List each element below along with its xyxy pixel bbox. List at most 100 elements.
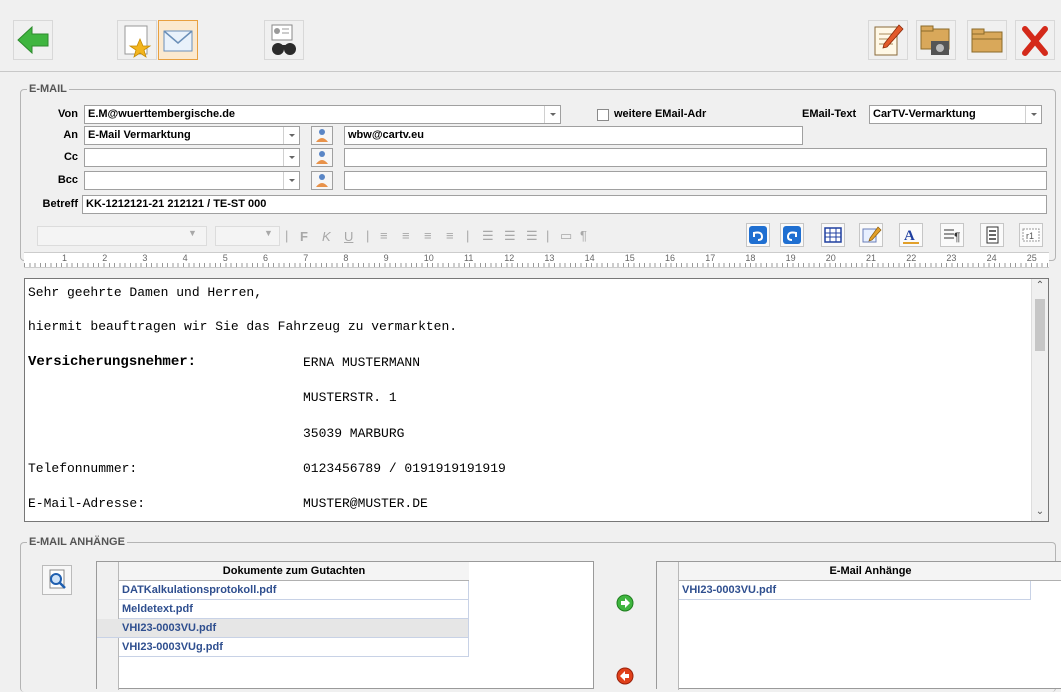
documents-grid[interactable]: Dokumente zum Gutachten DATKalkulationsp…: [96, 561, 594, 690]
font-style-button[interactable]: A: [899, 223, 923, 247]
ruler-number: 7: [303, 253, 309, 263]
field-code-button[interactable]: r1: [1019, 223, 1043, 247]
chevron-down-icon[interactable]: [283, 149, 299, 166]
underline-button[interactable]: U: [344, 229, 353, 244]
von-select[interactable]: E.M@wuerttembergische.de: [84, 105, 561, 124]
chevron-down-icon[interactable]: [1025, 106, 1041, 123]
weitere-checkbox[interactable]: [597, 109, 609, 121]
an-address-input[interactable]: wbw@cartv.eu: [344, 126, 803, 145]
email-button[interactable]: [158, 20, 198, 60]
align-justify-icon[interactable]: ≡: [446, 228, 454, 243]
redo-button[interactable]: [780, 223, 804, 247]
font-size-select[interactable]: ▼: [215, 226, 280, 246]
svg-text:A: A: [904, 228, 915, 244]
document-row[interactable]: VHI23-0003VU.pdf: [97, 619, 469, 638]
pilcrow-button[interactable]: ¶: [580, 228, 587, 243]
table-icon: [824, 227, 842, 243]
preview-button[interactable]: [42, 565, 72, 595]
add-attachment-button[interactable]: [614, 592, 636, 614]
ruler-number: 14: [584, 253, 595, 263]
scroll-down-icon[interactable]: ⌄: [1032, 505, 1048, 521]
an-value: E-Mail Vermarktung: [88, 129, 191, 141]
bcc-address-input[interactable]: [344, 171, 1047, 190]
an-select[interactable]: E-Mail Vermarktung: [84, 126, 300, 145]
redo-icon: [783, 226, 801, 244]
document-row[interactable]: VHI23-0003VUg.pdf: [119, 638, 469, 657]
ruler-number: 9: [383, 253, 389, 263]
separator: |: [366, 228, 370, 243]
envelope-icon: [163, 30, 193, 52]
bcc-contact-button[interactable]: [311, 171, 333, 190]
bcc-select[interactable]: [84, 171, 300, 190]
email-body-editor[interactable]: Sehr geehrte Damen und Herren, hiermit b…: [24, 278, 1049, 522]
undo-icon: [749, 226, 767, 244]
chevron-down-icon[interactable]: [544, 106, 560, 123]
frame-icon[interactable]: ▭: [560, 228, 572, 244]
ruler-number: 21: [866, 253, 877, 263]
documents-header[interactable]: Dokumente zum Gutachten: [119, 562, 469, 581]
chevron-down-icon[interactable]: [283, 172, 299, 189]
body-vn-city: 35039 MARBURG: [303, 426, 405, 441]
document-row[interactable]: DATKalkulationsprotokoll.pdf: [119, 581, 469, 600]
weitere-label: weitere EMail-Adr: [614, 108, 707, 120]
body-greeting: Sehr geehrte Damen und Herren,: [28, 285, 263, 300]
bullet-list-icon[interactable]: ☰: [504, 228, 516, 244]
back-button[interactable]: [13, 20, 53, 60]
email-attachments-grid[interactable]: E-Mail Anhänge VHI23-0003VU.pdf: [656, 561, 1061, 690]
betreff-input[interactable]: KK-1212121-21 212121 / TE-ST 000: [82, 195, 1047, 214]
ruler-number: 23: [946, 253, 957, 263]
edit-button[interactable]: [868, 20, 908, 60]
new-favorite-button[interactable]: [117, 20, 157, 60]
attachment-row[interactable]: VHI23-0003VU.pdf: [679, 581, 1031, 600]
cc-select[interactable]: [84, 148, 300, 167]
ruler-number: 11: [464, 253, 474, 263]
betreff-label: Betreff: [42, 198, 78, 210]
remove-attachment-button[interactable]: [614, 665, 636, 687]
undo-button[interactable]: [746, 223, 770, 247]
close-button[interactable]: [1015, 20, 1055, 60]
body-vn-street: MUSTERSTR. 1: [303, 390, 397, 405]
cc-contact-button[interactable]: [311, 148, 333, 167]
attachments-group-title: E-MAIL ANHÄNGE: [27, 536, 127, 548]
paragraph-format-button[interactable]: ¶: [940, 223, 964, 247]
ruler-number: 19: [785, 253, 796, 263]
ruler-number: 5: [222, 253, 228, 263]
attachments-header[interactable]: E-Mail Anhänge: [679, 562, 1061, 581]
bold-button[interactable]: F: [300, 229, 308, 244]
italic-button[interactable]: K: [322, 229, 331, 244]
ruler-ticks: [24, 263, 1049, 267]
scroll-up-icon[interactable]: ⌃: [1032, 279, 1048, 295]
font-name-select[interactable]: ▼: [37, 226, 207, 246]
paragraph-icon: ¶: [944, 229, 960, 244]
search-contact-button[interactable]: [264, 20, 304, 60]
numbered-list-icon[interactable]: ☰: [482, 228, 494, 244]
document-row[interactable]: Meldetext.pdf: [119, 600, 469, 619]
align-left-icon[interactable]: ≡: [380, 228, 388, 243]
vertical-scrollbar[interactable]: ⌃ ⌄: [1031, 279, 1048, 521]
folder-button[interactable]: [967, 20, 1007, 60]
notepad-pencil-icon: [874, 24, 904, 56]
scrollbar-thumb[interactable]: [1035, 299, 1045, 351]
cc-address-input[interactable]: [344, 148, 1047, 167]
attachments-row-header: [657, 562, 679, 690]
font-letter-icon: A: [903, 228, 919, 244]
photo-archive-button[interactable]: [916, 20, 956, 60]
align-right-icon[interactable]: ≡: [424, 228, 432, 243]
ruler-number: 13: [544, 253, 555, 263]
body-vn-name: ERNA MUSTERMANN: [303, 355, 421, 370]
emailtext-select[interactable]: CarTV-Vermarktung: [869, 105, 1042, 124]
an-contact-button[interactable]: [311, 126, 333, 145]
top-toolbar: [0, 0, 1061, 72]
emailtext-label: EMail-Text: [802, 108, 857, 120]
indent-list-icon[interactable]: ☰: [526, 228, 538, 244]
svg-text:¶: ¶: [954, 230, 960, 244]
edit-text-button[interactable]: [859, 223, 883, 247]
chevron-down-icon[interactable]: [283, 127, 299, 144]
list-format-button[interactable]: [980, 223, 1004, 247]
align-center-icon[interactable]: ≡: [402, 228, 410, 243]
ruler-number: 4: [182, 253, 188, 263]
folder-camera-icon: [920, 25, 950, 55]
insert-table-button[interactable]: [821, 223, 845, 247]
ruler-number: 1: [62, 253, 68, 263]
person-icon: [316, 129, 328, 142]
